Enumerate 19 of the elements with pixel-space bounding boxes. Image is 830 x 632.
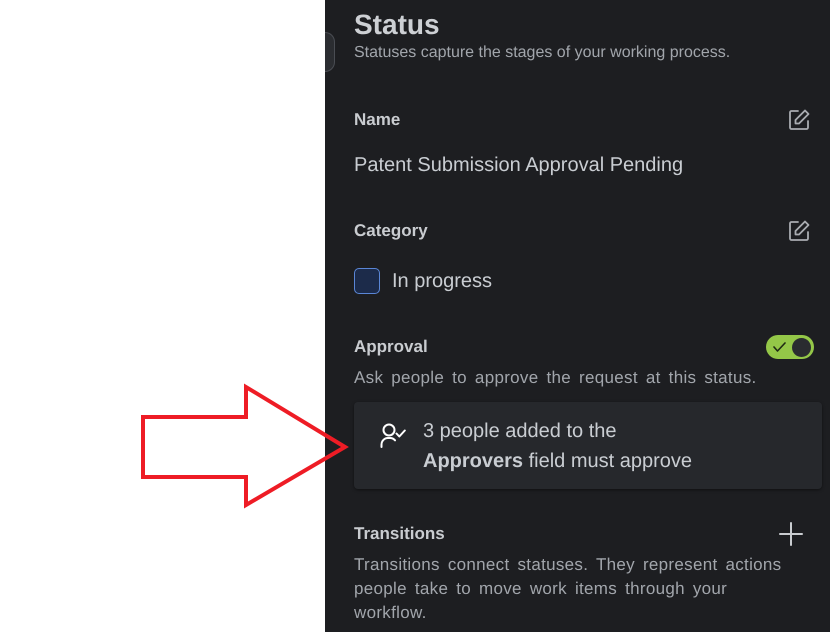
section-label: Name xyxy=(354,110,400,130)
collapse-handle[interactable] xyxy=(325,32,335,72)
section-label: Category xyxy=(354,221,428,241)
check-icon xyxy=(773,342,786,352)
section-label: Approval xyxy=(354,337,428,357)
section-description: Transitions connect statuses. They represent actions people take to move work items through your workflow. xyxy=(354,554,782,624)
edit-icon[interactable] xyxy=(787,219,811,243)
add-icon[interactable] xyxy=(779,522,803,546)
panel-subtitle: Statuses capture the stages of your working process. xyxy=(354,43,732,63)
approval-toggle[interactable] xyxy=(766,335,814,359)
toggle-knob xyxy=(792,338,811,356)
panel-title: Status xyxy=(354,8,441,42)
category-value: In progress xyxy=(392,269,492,294)
section-label: Transitions xyxy=(354,524,445,544)
status-name: Patent Submission Approval Pending xyxy=(354,153,684,178)
person-check-icon xyxy=(380,423,406,448)
approvers-note: 3 people added to the Approvers field must approve xyxy=(423,419,692,474)
edit-icon[interactable] xyxy=(787,108,811,132)
section-description: Ask people to approve the request at this status. xyxy=(354,367,758,389)
